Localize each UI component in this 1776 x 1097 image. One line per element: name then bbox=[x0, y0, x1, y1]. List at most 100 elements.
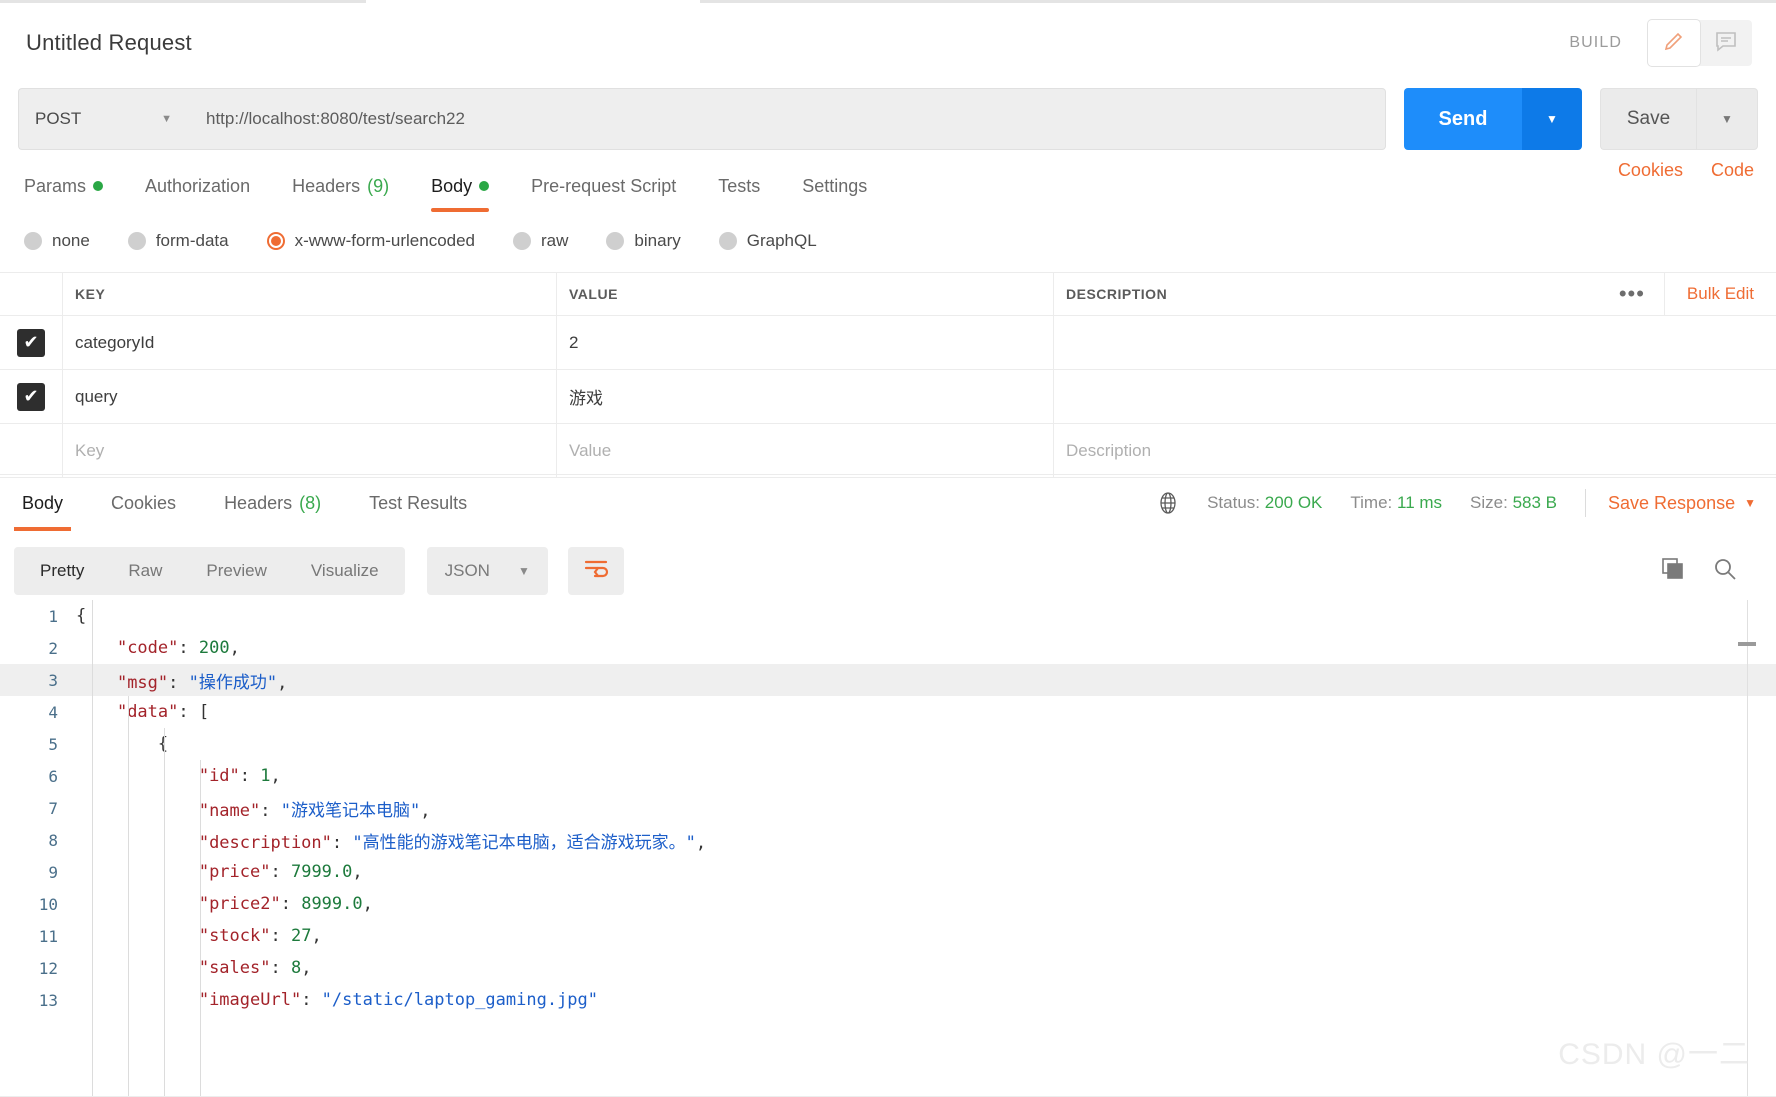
response-tab-cookies[interactable]: Cookies bbox=[103, 475, 184, 531]
code-line-text: { bbox=[76, 606, 87, 626]
format-select[interactable]: JSON ▼ bbox=[426, 547, 548, 595]
line-number: 3 bbox=[48, 670, 58, 690]
chevron-down-icon: ▼ bbox=[161, 113, 172, 125]
table-row[interactable]: ✔ categoryId 2 bbox=[0, 316, 1776, 370]
send-options-button[interactable]: ▼ bbox=[1522, 88, 1582, 150]
url-bar: POST ▼ http://localhost:8080/test/search… bbox=[18, 88, 1758, 156]
response-tab-body[interactable]: Body bbox=[14, 475, 72, 531]
new-key-input[interactable]: Key bbox=[62, 424, 556, 477]
tab-body[interactable]: Body bbox=[431, 160, 490, 212]
vertical-scrollbar[interactable] bbox=[1738, 642, 1756, 646]
code-line: 8 "description": "高性能的游戏笔记本电脑，适合游戏玩家。", bbox=[0, 824, 1776, 856]
divider bbox=[1585, 489, 1587, 517]
row-value-input[interactable]: 游戏 bbox=[556, 370, 1053, 423]
tab-body-label: Body bbox=[431, 175, 473, 196]
code-line-text: "code": 200, bbox=[116, 638, 240, 658]
response-body-code[interactable]: 1{2 "code": 200, 3 "msg": "操作成功", 4 "data"… bbox=[0, 600, 1776, 1097]
response-body-actions bbox=[1660, 556, 1738, 587]
code-link[interactable]: Code bbox=[1711, 160, 1754, 181]
line-number: 12 bbox=[38, 958, 58, 978]
tab-tests-label: Tests bbox=[718, 175, 761, 196]
row-description-input[interactable] bbox=[1053, 316, 1776, 369]
radio-raw-label: raw bbox=[541, 231, 569, 250]
time-label: Time: bbox=[1350, 493, 1393, 512]
code-line: 1{ bbox=[0, 600, 1776, 632]
row-checkbox[interactable]: ✔ bbox=[0, 370, 62, 423]
word-wrap-button[interactable] bbox=[567, 547, 624, 595]
radio-x-www-form-urlencoded[interactable]: x-www-form-urlencoded bbox=[266, 231, 475, 251]
save-group: Save ▼ bbox=[1600, 88, 1758, 156]
row-key-input[interactable]: query bbox=[62, 370, 556, 423]
response-tab-headers[interactable]: Headers (8) bbox=[216, 475, 329, 531]
row-description-input[interactable] bbox=[1053, 370, 1776, 423]
code-line: 10 "price2": 8999.0, bbox=[0, 888, 1776, 920]
code-line: 11 "stock": 27, bbox=[0, 920, 1776, 952]
line-number: 13 bbox=[38, 990, 58, 1010]
tab-seam-left bbox=[0, 0, 366, 3]
indent-guide bbox=[200, 760, 201, 1097]
method-select[interactable]: POST ▼ bbox=[18, 88, 188, 150]
row-checkbox-empty[interactable] bbox=[0, 424, 62, 477]
view-mode-pretty[interactable]: Pretty bbox=[18, 547, 106, 595]
row-value-input[interactable]: 2 bbox=[556, 316, 1053, 369]
radio-raw[interactable]: raw bbox=[513, 231, 568, 251]
radio-icon bbox=[718, 232, 737, 250]
new-description-input[interactable]: Description bbox=[1053, 424, 1776, 477]
view-mode-visualize[interactable]: Visualize bbox=[289, 547, 401, 595]
page-title: Untitled Request bbox=[26, 30, 192, 55]
url-input[interactable]: http://localhost:8080/test/search22 bbox=[188, 88, 1386, 150]
tab-authorization[interactable]: Authorization bbox=[145, 160, 250, 212]
save-response-label: Save Response bbox=[1608, 492, 1736, 513]
size-label: Size: bbox=[1470, 493, 1508, 512]
new-value-input[interactable]: Value bbox=[556, 424, 1053, 477]
tab-authorization-label: Authorization bbox=[145, 175, 251, 196]
time-label-group: Time: 11 ms bbox=[1350, 493, 1442, 513]
word-wrap-icon bbox=[583, 557, 609, 586]
code-line: 13 "imageUrl": "/static/laptop_gaming.jp… bbox=[0, 984, 1776, 1016]
status-label-group: Status: 200 OK bbox=[1207, 493, 1322, 513]
save-button[interactable]: Save bbox=[1600, 88, 1696, 150]
response-tabs: Body Cookies Headers (8) Test Results St… bbox=[0, 474, 1776, 532]
radio-none[interactable]: none bbox=[24, 231, 90, 251]
radio-binary[interactable]: binary bbox=[606, 231, 681, 251]
radio-form-data[interactable]: form-data bbox=[127, 231, 229, 251]
more-options-button[interactable]: ••• bbox=[1600, 273, 1664, 315]
body-type-radios: none form-data x-www-form-urlencoded raw… bbox=[24, 218, 1764, 264]
save-response-button[interactable]: Save Response ▼ bbox=[1608, 493, 1756, 514]
tab-headers[interactable]: Headers (9) bbox=[292, 160, 389, 212]
line-number: 8 bbox=[48, 830, 58, 850]
save-options-button[interactable]: ▼ bbox=[1696, 88, 1758, 150]
code-line-text: "msg": "操作成功", bbox=[116, 672, 288, 693]
response-meta: Status: 200 OK Time: 11 ms Size: 583 B S… bbox=[1155, 475, 1756, 531]
line-number: 4 bbox=[48, 702, 58, 722]
chevron-down-icon: ▼ bbox=[1744, 496, 1756, 510]
comments-button[interactable] bbox=[1700, 20, 1752, 66]
code-line-text: "id": 1, bbox=[198, 766, 281, 786]
radio-graphql[interactable]: GraphQL bbox=[718, 231, 817, 251]
tab-params[interactable]: Params bbox=[24, 160, 104, 212]
table-header-actions: ••• Bulk Edit bbox=[1600, 273, 1776, 315]
code-line-text: "sales": 8, bbox=[198, 958, 312, 978]
bulk-edit-button[interactable]: Bulk Edit bbox=[1663, 273, 1776, 315]
code-line-text: "name": "游戏笔记本电脑", bbox=[198, 800, 431, 821]
search-button[interactable] bbox=[1712, 556, 1738, 587]
size-value: 583 B bbox=[1512, 493, 1558, 512]
tab-settings-label: Settings bbox=[802, 175, 868, 196]
table-row[interactable]: ✔ query 游戏 bbox=[0, 370, 1776, 424]
copy-button[interactable] bbox=[1660, 556, 1686, 587]
line-number: 2 bbox=[48, 638, 58, 658]
row-key-input[interactable]: categoryId bbox=[62, 316, 556, 369]
row-checkbox[interactable]: ✔ bbox=[0, 316, 62, 369]
view-mode-preview[interactable]: Preview bbox=[184, 547, 288, 595]
edit-button[interactable] bbox=[1648, 20, 1700, 66]
view-mode-raw[interactable]: Raw bbox=[106, 547, 184, 595]
tab-tests[interactable]: Tests bbox=[718, 160, 760, 212]
body-params-table: KEY VALUE DESCRIPTION ••• Bulk Edit ✔ ca… bbox=[0, 272, 1776, 478]
cookies-link[interactable]: Cookies bbox=[1618, 160, 1683, 181]
tab-pre-request-script[interactable]: Pre-request Script bbox=[531, 160, 676, 212]
response-tab-test-results[interactable]: Test Results bbox=[361, 475, 475, 531]
send-group: Send ▼ bbox=[1404, 88, 1582, 156]
table-row-empty[interactable]: Key Value Description bbox=[0, 424, 1776, 478]
tab-settings[interactable]: Settings bbox=[802, 160, 867, 212]
send-button[interactable]: Send bbox=[1404, 88, 1522, 150]
